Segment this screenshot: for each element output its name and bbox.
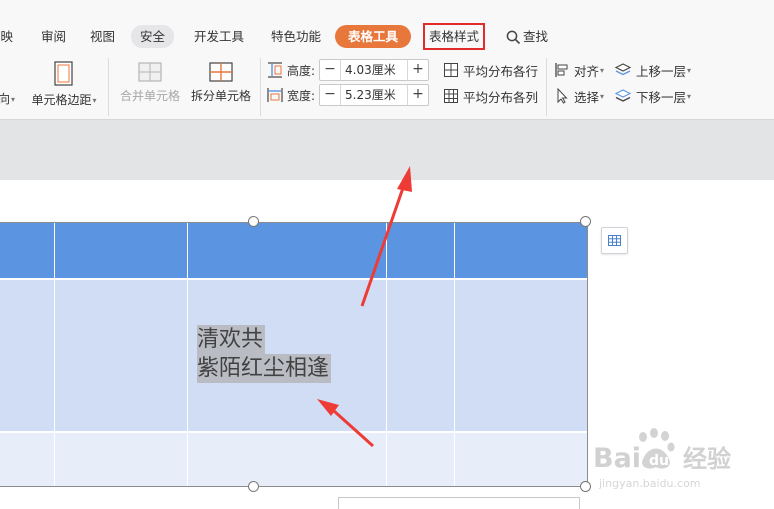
distribute-columns-label: 平均分布各列 (463, 89, 539, 105)
distribute-columns-icon (444, 89, 458, 103)
tab-special-features[interactable]: 特色功能 (271, 25, 321, 48)
separator (108, 58, 109, 116)
width-decrease-button[interactable]: − (320, 85, 340, 105)
cell-margin-label: 单元格边距 (31, 93, 92, 107)
merge-cells-button[interactable]: 合并单元格 (118, 61, 182, 104)
width-label: 宽度: (287, 88, 316, 103)
ribbon-tabs: 放映 审阅 视图 安全 开发工具 特色功能 表格工具 表格样式 查找 (0, 23, 774, 51)
row-height-icon (268, 62, 282, 78)
chevron-down-icon: ▾ (687, 65, 692, 75)
cursor-arrow-icon (557, 88, 568, 104)
tab-view[interactable]: 视图 (90, 25, 115, 48)
chevron-down-icon: ▾ (11, 95, 16, 104)
distribute-rows-button[interactable]: 平均分布各行 (443, 60, 538, 80)
bottom-floating-toolbar[interactable] (338, 497, 580, 509)
height-increase-button[interactable]: + (408, 60, 428, 80)
cell-text-line: 紫陌红尘相逢 (197, 354, 332, 383)
cell-margin-button[interactable]: 单元格边距▾ (29, 61, 99, 108)
find-label: 查找 (523, 29, 549, 44)
watermark-brand: Bai (593, 443, 641, 474)
height-control: 高度: − 4.03厘米 + (266, 59, 430, 81)
svg-text:du: du (649, 453, 669, 469)
send-backward-icon (614, 89, 632, 102)
cell-margin-icon (54, 61, 73, 86)
selected-cell-text[interactable]: 清欢共 紫陌红尘相逢 (197, 325, 332, 383)
width-increase-button[interactable]: + (408, 85, 428, 105)
split-cells-icon (209, 62, 233, 82)
resize-handle-bottom[interactable] (248, 481, 259, 492)
table-icon (608, 235, 621, 246)
tab-table-style[interactable]: 表格样式 (423, 23, 486, 50)
text-direction-button[interactable]: 向▾ (0, 90, 15, 107)
tab-table-tools[interactable]: 表格工具 (335, 25, 412, 48)
chevron-down-icon: ▾ (92, 96, 97, 105)
height-label: 高度: (287, 63, 316, 78)
select-button[interactable]: 选择 ▾ (554, 86, 604, 106)
split-cells-button[interactable]: 拆分单元格 (189, 61, 253, 104)
search-icon (506, 30, 521, 45)
send-backward-label: 下移一层 (636, 89, 687, 105)
chevron-down-icon: ▾ (600, 65, 605, 75)
resize-handle-top[interactable] (248, 216, 259, 227)
resize-handle-bottom-right[interactable] (580, 481, 591, 492)
text-direction-label: 向 (0, 92, 11, 106)
height-input[interactable]: 4.03厘米 (340, 60, 409, 80)
merge-cells-icon (138, 62, 162, 82)
tab-security[interactable]: 安全 (131, 25, 175, 48)
bring-forward-button[interactable]: 上移一层 ▾ (614, 60, 691, 80)
distribute-rows-icon (444, 63, 458, 77)
distribute-columns-button[interactable]: 平均分布各列 (443, 86, 538, 106)
align-label: 对齐 (574, 63, 600, 79)
split-cells-label: 拆分单元格 (190, 89, 251, 103)
find-button[interactable]: 查找 (506, 25, 548, 48)
select-label: 选择 (574, 89, 600, 105)
cell-text-line: 清欢共 (197, 325, 266, 354)
chevron-down-icon: ▾ (600, 91, 605, 101)
baidu-watermark: Bai du 经验 jingyan.baidu.com (591, 427, 771, 497)
tab-developer[interactable]: 开发工具 (194, 25, 244, 48)
separator (260, 58, 261, 116)
watermark-url: jingyan.baidu.com (598, 477, 701, 490)
ribbon: 放映 审阅 视图 安全 开发工具 特色功能 表格工具 表格样式 查找 向▾ 单元… (0, 0, 774, 120)
table-quick-action-button[interactable] (601, 227, 628, 254)
align-icon (555, 63, 568, 77)
column-width-icon (267, 88, 283, 102)
bring-forward-icon (614, 63, 632, 76)
send-backward-button[interactable]: 下移一层 ▾ (614, 86, 691, 106)
separator (546, 58, 547, 116)
chevron-down-icon: ▾ (687, 91, 692, 101)
width-control: 宽度: − 5.23厘米 + (266, 84, 430, 106)
bring-forward-label: 上移一层 (636, 63, 687, 79)
align-button[interactable]: 对齐 ▾ (554, 60, 604, 80)
resize-handle-top-right[interactable] (580, 216, 591, 227)
tab-review[interactable]: 审阅 (41, 25, 66, 48)
watermark-brand-suffix: 经验 (683, 445, 731, 473)
distribute-rows-label: 平均分布各行 (463, 63, 539, 79)
width-input[interactable]: 5.23厘米 (340, 85, 409, 105)
watermark-logo: Bai du 经验 jingyan.baidu.com (593, 428, 731, 490)
ribbon-body: 向▾ 单元格边距▾ 合并单元格 拆分单元格 高度: − 4.03厘米 + 宽度:… (0, 54, 774, 120)
tab-slideshow[interactable]: 放映 (0, 25, 13, 48)
merge-cells-label: 合并单元格 (119, 89, 180, 103)
height-decrease-button[interactable]: − (320, 60, 340, 80)
height-stepper: − 4.03厘米 + (319, 59, 430, 81)
width-stepper: − 5.23厘米 + (319, 84, 430, 106)
